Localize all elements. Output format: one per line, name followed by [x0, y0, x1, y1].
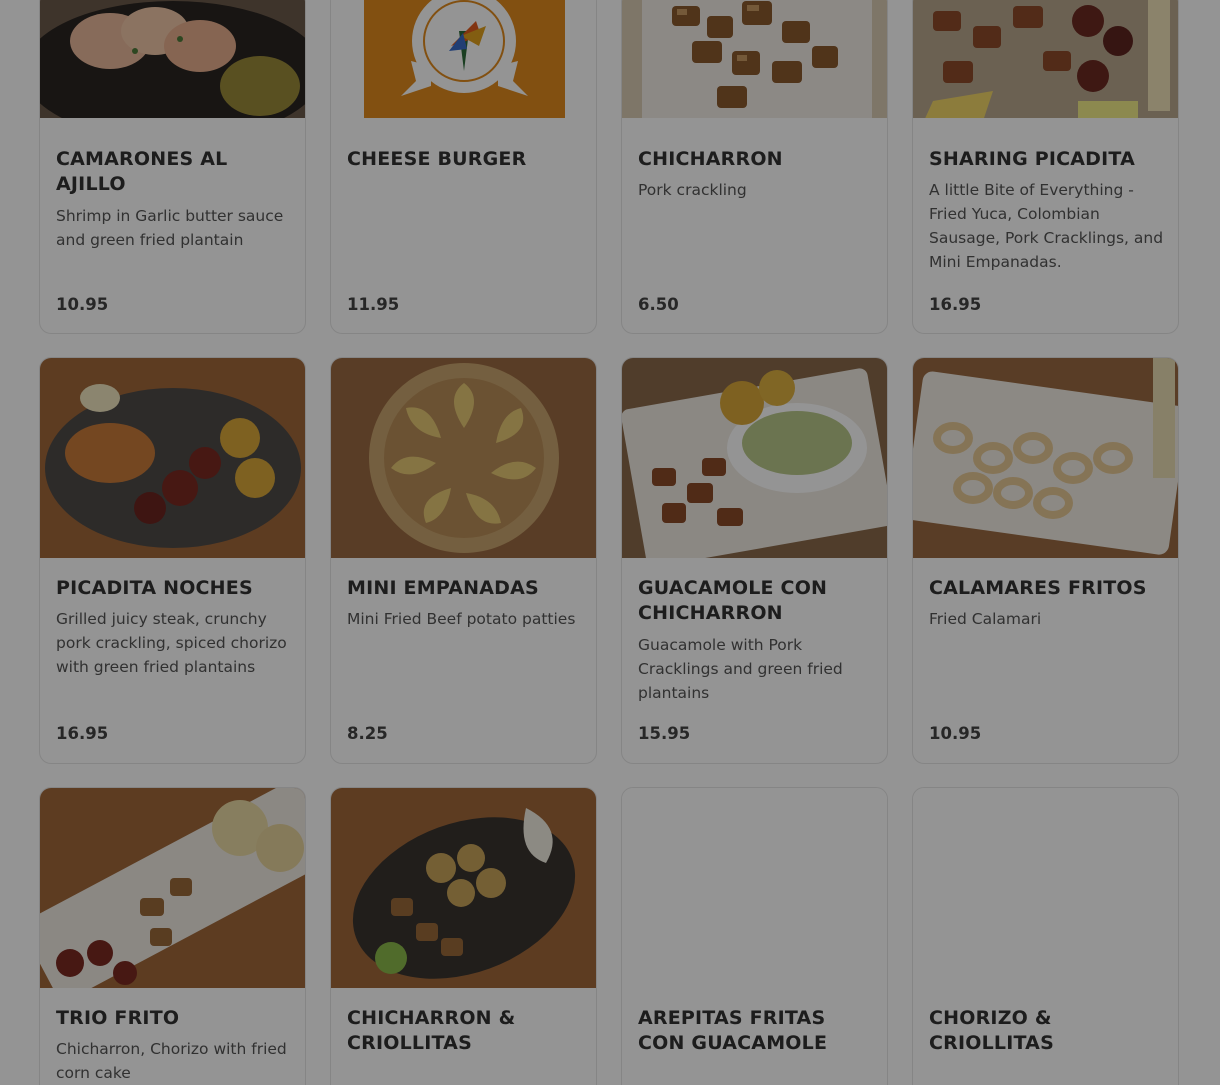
menu-page: CAMARONES AL AJILLO Shrimp in Garlic but…: [0, 0, 1220, 1085]
modal-backdrop-overlay[interactable]: [0, 0, 1220, 1085]
